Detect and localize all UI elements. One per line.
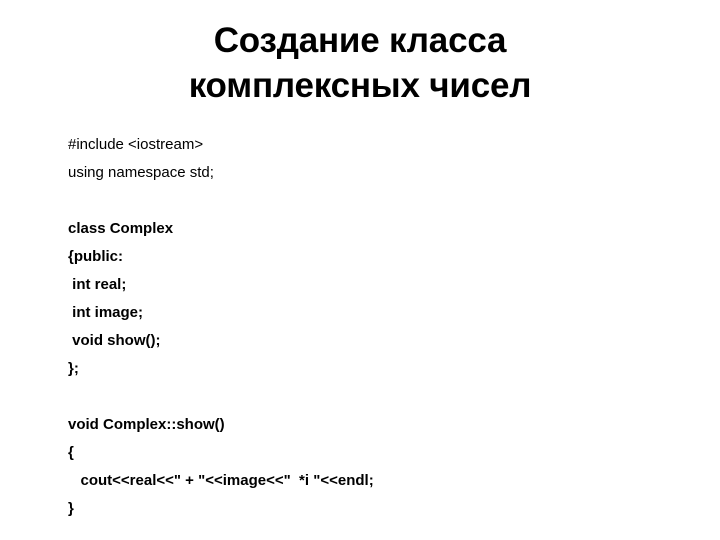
code-line: { bbox=[68, 444, 74, 461]
code-line: {public: bbox=[68, 248, 123, 265]
code-line: using namespace std; bbox=[68, 164, 214, 181]
code-line: int image; bbox=[68, 304, 144, 321]
code-line: }; bbox=[68, 360, 79, 377]
slide-title: Создание класса комплексных чисел bbox=[36, 18, 684, 108]
code-listing: #include <iostream> using namespace std; c… bbox=[68, 131, 688, 523]
slide-canvas: Создание класса комплексных чисел #inclu… bbox=[0, 0, 720, 540]
code-line: int real; bbox=[68, 276, 127, 293]
code-line: #include <iostream> bbox=[68, 136, 204, 153]
code-line: } bbox=[68, 500, 74, 517]
code-line: class Complex bbox=[68, 220, 174, 237]
slide-title-line-2: комплексных чисел bbox=[188, 66, 532, 105]
slide-title-line-1: Создание класса bbox=[213, 21, 507, 60]
code-line: void Complex::show() bbox=[68, 416, 225, 433]
code-line: cout<<real<<" + "<<image<<" *i "<<endl; bbox=[68, 472, 374, 489]
code-line: void show(); bbox=[68, 332, 161, 349]
